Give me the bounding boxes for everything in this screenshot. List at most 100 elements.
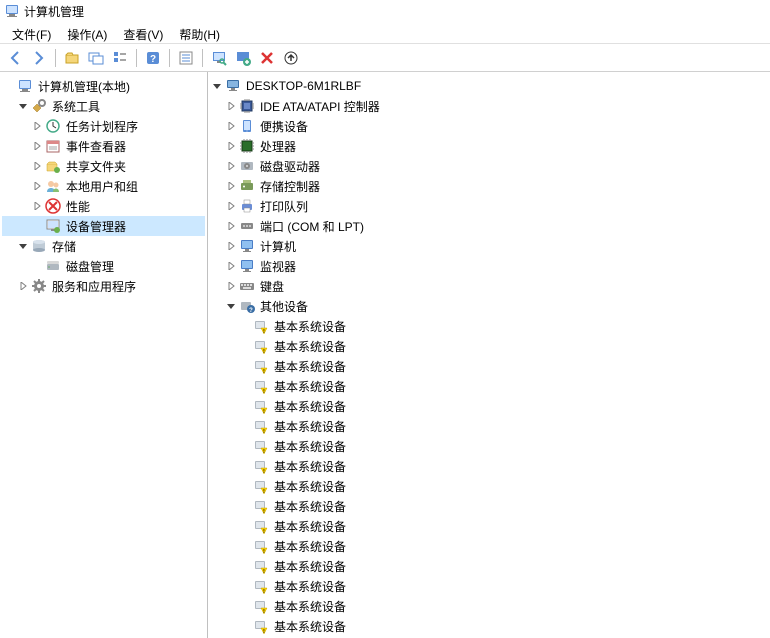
- device-disk-drives[interactable]: 磁盘驱动器: [210, 156, 768, 176]
- toolbar-up-button[interactable]: [280, 47, 302, 69]
- toolbar-remove-button[interactable]: [256, 47, 278, 69]
- expander-open-icon[interactable]: [210, 79, 224, 93]
- tree-system-tools[interactable]: 系统工具: [2, 96, 205, 116]
- toolbar-properties-button[interactable]: [175, 47, 197, 69]
- device-base-system-device[interactable]: 基本系统设备: [210, 316, 768, 336]
- menu-view[interactable]: 查看(V): [115, 24, 171, 41]
- menu-action[interactable]: 操作(A): [59, 24, 115, 41]
- expander-icon[interactable]: [238, 379, 252, 393]
- toolbar-add-button[interactable]: [232, 47, 254, 69]
- expander-open-icon[interactable]: [16, 239, 30, 253]
- expander-closed-icon[interactable]: [224, 99, 238, 113]
- expander-icon[interactable]: [238, 319, 252, 333]
- expander-icon[interactable]: [238, 619, 252, 633]
- device-ide-atapi[interactable]: IDE ATA/ATAPI 控制器: [210, 96, 768, 116]
- toolbar-show-hide-button[interactable]: [61, 47, 83, 69]
- computer-management-icon: [17, 78, 33, 94]
- menu-file[interactable]: 文件(F): [4, 24, 59, 41]
- device-base-system-device[interactable]: 基本系统设备: [210, 576, 768, 596]
- expander-icon[interactable]: [238, 419, 252, 433]
- device-ports[interactable]: 端口 (COM 和 LPT): [210, 216, 768, 236]
- expander-icon[interactable]: [238, 459, 252, 473]
- expander-closed-icon[interactable]: [224, 219, 238, 233]
- device-processor[interactable]: 处理器: [210, 136, 768, 156]
- tree-device-manager[interactable]: 设备管理器: [2, 216, 205, 236]
- toolbar-forward-button[interactable]: [28, 47, 50, 69]
- device-base-system-device[interactable]: 基本系统设备: [210, 536, 768, 556]
- expander-closed-icon[interactable]: [224, 259, 238, 273]
- warning-device-icon: [253, 378, 269, 394]
- expander-open-icon[interactable]: [16, 99, 30, 113]
- expander-closed-icon[interactable]: [224, 139, 238, 153]
- toolbar-list-button[interactable]: [109, 47, 131, 69]
- expander-closed-icon[interactable]: [224, 199, 238, 213]
- device-base-system-device[interactable]: 基本系统设备: [210, 416, 768, 436]
- expander-icon[interactable]: [30, 259, 44, 273]
- device-base-system-device[interactable]: 基本系统设备: [210, 616, 768, 636]
- device-keyboards[interactable]: 键盘: [210, 276, 768, 296]
- device-root-computer[interactable]: DESKTOP-6M1RLBF: [210, 76, 768, 96]
- expander-closed-icon[interactable]: [224, 239, 238, 253]
- tree-performance[interactable]: 性能: [2, 196, 205, 216]
- tree-disk-management[interactable]: 磁盘管理: [2, 256, 205, 276]
- expander-icon[interactable]: [238, 359, 252, 373]
- tree-task-scheduler[interactable]: 任务计划程序: [2, 116, 205, 136]
- expander-closed-icon[interactable]: [224, 179, 238, 193]
- expander-open-icon[interactable]: [224, 299, 238, 313]
- warning-device-icon: [253, 338, 269, 354]
- device-base-system-device[interactable]: 基本系统设备: [210, 356, 768, 376]
- tree-services-apps[interactable]: 服务和应用程序: [2, 276, 205, 296]
- device-monitors[interactable]: 监视器: [210, 256, 768, 276]
- device-other-devices[interactable]: 其他设备: [210, 296, 768, 316]
- expander-closed-icon[interactable]: [30, 139, 44, 153]
- toolbar-scan-button[interactable]: [208, 47, 230, 69]
- expander-closed-icon[interactable]: [30, 179, 44, 193]
- device-base-system-device[interactable]: 基本系统设备: [210, 376, 768, 396]
- device-base-system-device[interactable]: 基本系统设备: [210, 496, 768, 516]
- device-portable[interactable]: 便携设备: [210, 116, 768, 136]
- device-print-queues[interactable]: 打印队列: [210, 196, 768, 216]
- expander-closed-icon[interactable]: [30, 119, 44, 133]
- device-storage-controllers[interactable]: 存储控制器: [210, 176, 768, 196]
- tree-event-viewer[interactable]: 事件查看器: [2, 136, 205, 156]
- expander-closed-icon[interactable]: [16, 279, 30, 293]
- device-base-system-device[interactable]: 基本系统设备: [210, 436, 768, 456]
- tree-root-computer-management[interactable]: 计算机管理(本地): [2, 76, 205, 96]
- expander-icon[interactable]: [238, 479, 252, 493]
- device-base-system-device[interactable]: 基本系统设备: [210, 556, 768, 576]
- expander-icon[interactable]: [238, 399, 252, 413]
- device-base-system-device[interactable]: 基本系统设备: [210, 516, 768, 536]
- expander-closed-icon[interactable]: [224, 119, 238, 133]
- expander-icon[interactable]: [238, 499, 252, 513]
- expander-icon[interactable]: [238, 539, 252, 553]
- expander-closed-icon[interactable]: [224, 159, 238, 173]
- expander-icon[interactable]: [238, 439, 252, 453]
- tree-label: 本地用户和组: [64, 178, 140, 195]
- tree-local-users[interactable]: 本地用户和组: [2, 176, 205, 196]
- expander-closed-icon[interactable]: [30, 159, 44, 173]
- expander-closed-icon[interactable]: [224, 279, 238, 293]
- expander-icon[interactable]: [238, 519, 252, 533]
- toolbar-back-button[interactable]: [4, 47, 26, 69]
- toolbar-view-button[interactable]: [85, 47, 107, 69]
- left-tree-pane[interactable]: 计算机管理(本地) 系统工具 任务计划程序 事件查看器 共享文件夹: [0, 72, 208, 638]
- menu-help[interactable]: 帮助(H): [171, 24, 228, 41]
- device-computer[interactable]: 计算机: [210, 236, 768, 256]
- device-base-system-device[interactable]: 基本系统设备: [210, 596, 768, 616]
- toolbar-help-button[interactable]: [142, 47, 164, 69]
- tree-storage[interactable]: 存储: [2, 236, 205, 256]
- device-base-system-device[interactable]: 基本系统设备: [210, 396, 768, 416]
- expander-icon[interactable]: [2, 79, 16, 93]
- expander-icon[interactable]: [238, 579, 252, 593]
- device-base-system-device[interactable]: 基本系统设备: [210, 456, 768, 476]
- device-base-system-device[interactable]: 基本系统设备: [210, 336, 768, 356]
- expander-icon[interactable]: [238, 339, 252, 353]
- expander-icon[interactable]: [238, 599, 252, 613]
- tree-shared-folders[interactable]: 共享文件夹: [2, 156, 205, 176]
- tree-label: 基本系统设备: [272, 398, 348, 415]
- expander-icon[interactable]: [238, 559, 252, 573]
- expander-icon[interactable]: [30, 219, 44, 233]
- right-tree-pane[interactable]: DESKTOP-6M1RLBF IDE ATA/ATAPI 控制器 便携设备 处…: [208, 72, 770, 638]
- device-base-system-device[interactable]: 基本系统设备: [210, 476, 768, 496]
- expander-closed-icon[interactable]: [30, 199, 44, 213]
